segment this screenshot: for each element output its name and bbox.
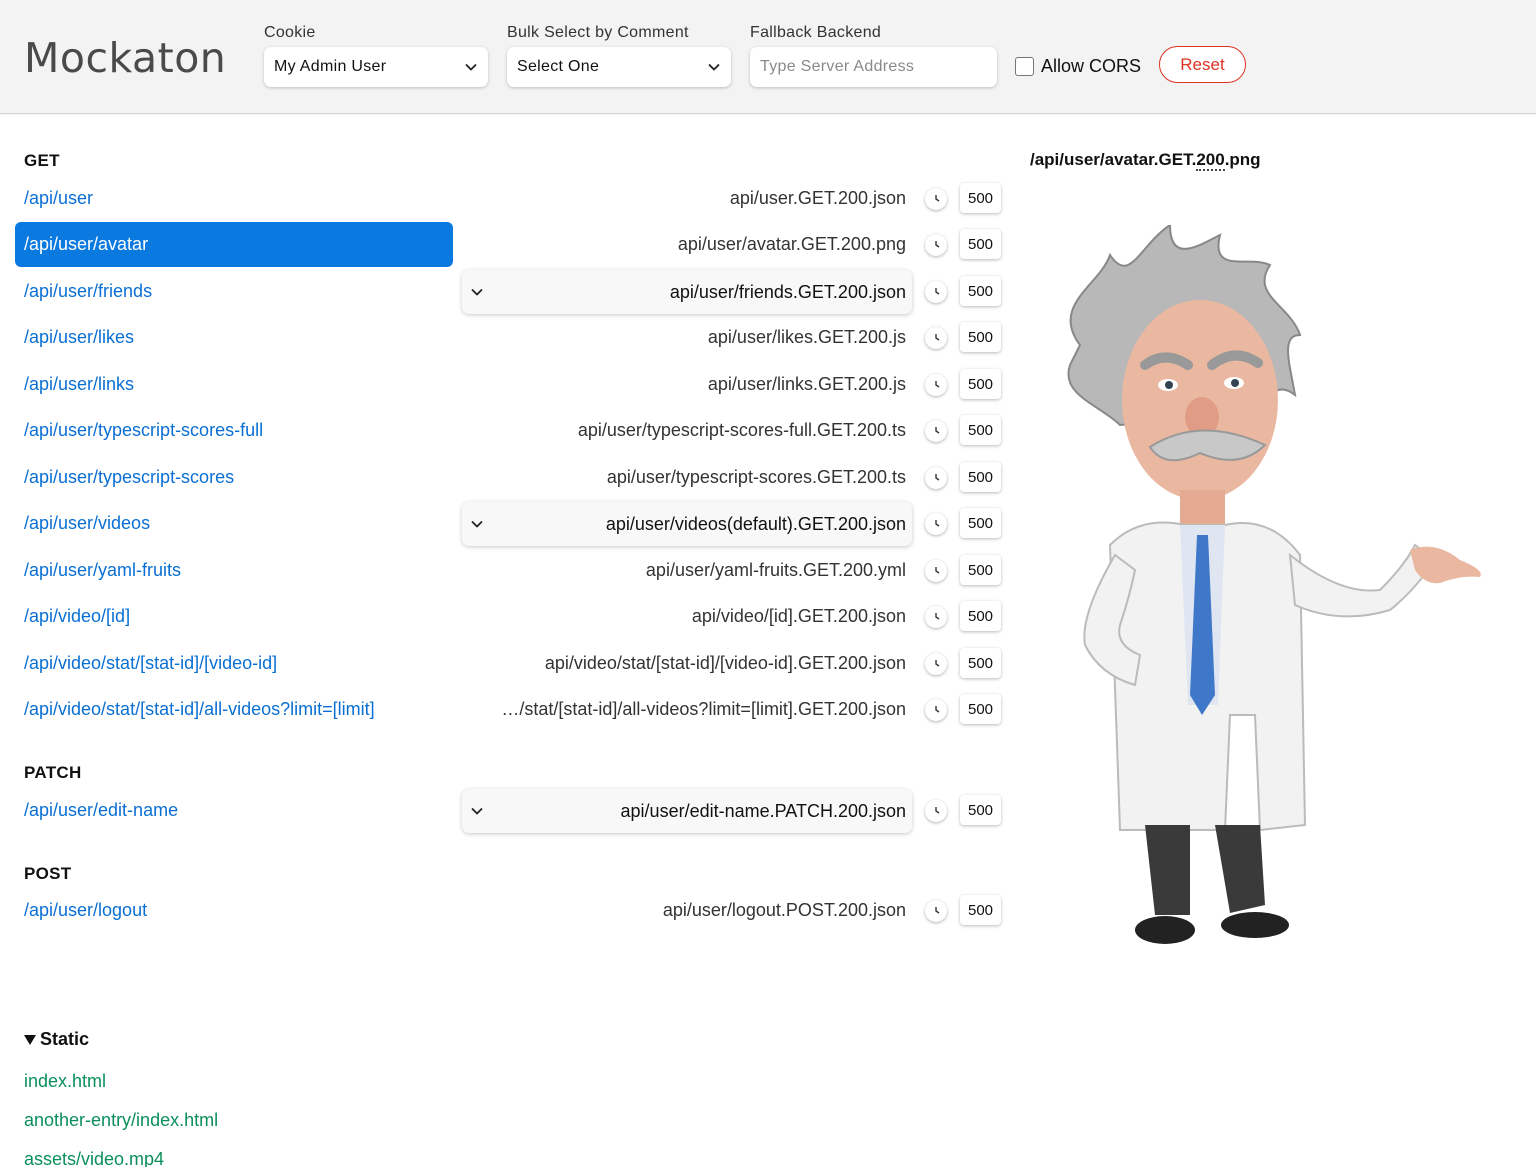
section-title-post: POST <box>24 864 72 883</box>
preview-title-status[interactable]: 200 <box>1196 150 1225 171</box>
delay-toggle-clock-icon[interactable] <box>925 188 947 210</box>
mock-file-label: api/user/avatar.GET.200.png <box>677 234 906 254</box>
route-link[interactable]: /api/video/[id] <box>15 594 453 639</box>
internal-error-500-toggle[interactable]: 500 <box>960 601 1001 631</box>
mock-file-label: api/user/typescript-scores.GET.200.ts <box>606 467 906 487</box>
mock-file-select[interactable]: api/user/friends.GET.200.json <box>462 270 912 314</box>
mock-file-label: api/user/logout.POST.200.json <box>662 900 906 920</box>
delay-toggle-clock-icon[interactable] <box>925 281 947 303</box>
chevron-down-icon <box>470 517 484 531</box>
delay-toggle-clock-icon[interactable] <box>925 900 947 922</box>
route-link[interactable]: /api/user/typescript-scores-full <box>15 408 453 453</box>
mock-file-select-value: api/user/friends.GET.200.json <box>669 281 906 302</box>
delay-toggle-clock-icon[interactable] <box>925 374 947 396</box>
route-link[interactable]: /api/user/friends <box>15 269 453 314</box>
internal-error-500-toggle[interactable]: 500 <box>960 694 1001 724</box>
top-toolbar: Mockaton Cookie My Admin User Bulk Selec… <box>0 0 1536 114</box>
route-link[interactable]: /api/user/edit-name <box>15 788 453 833</box>
cookie-select-value: My Admin User <box>274 58 387 75</box>
internal-error-500-toggle[interactable]: 500 <box>960 555 1001 585</box>
internal-error-500-toggle[interactable]: 500 <box>960 322 1001 352</box>
allow-cors-checkbox[interactable] <box>1015 57 1034 76</box>
internal-error-500-toggle[interactable]: 500 <box>960 276 1001 306</box>
bulk-select[interactable]: Select One <box>507 47 731 87</box>
reset-button[interactable]: Reset <box>1159 46 1246 83</box>
triangle-down-icon <box>24 1034 36 1045</box>
delay-toggle-clock-icon[interactable] <box>925 467 947 489</box>
mock-file-select-value: api/user/edit-name.PATCH.200.json <box>620 800 906 821</box>
route-link[interactable]: /api/video/stat/[stat-id]/all-videos?lim… <box>15 687 453 732</box>
mock-file-label: api/video/stat/[stat-id]/[video-id].GET.… <box>544 653 906 673</box>
static-section-title: Static <box>40 1029 90 1049</box>
mock-file-label: …/stat/[stat-id]/all-videos?limit=[limit… <box>501 699 906 719</box>
fallback-backend-placeholder: Type Server Address <box>760 58 915 75</box>
fallback-backend-label: Fallback Backend <box>750 24 882 41</box>
static-link-index[interactable]: index.html <box>24 1071 106 1092</box>
static-link-video[interactable]: assets/video.mp4 <box>24 1149 164 1167</box>
preview-title: /api/user/avatar.GET.200.png <box>1030 150 1261 171</box>
internal-error-500-toggle[interactable]: 500 <box>960 183 1001 213</box>
chevron-down-icon <box>470 804 484 818</box>
cookie-field: Cookie <box>264 24 316 46</box>
static-section-toggle[interactable]: Static <box>24 1029 89 1050</box>
internal-error-500-toggle[interactable]: 500 <box>960 462 1001 492</box>
internal-error-500-toggle[interactable]: 500 <box>960 895 1001 925</box>
fallback-backend-field: Fallback Backend <box>750 24 881 46</box>
route-link[interactable]: /api/user/avatar <box>15 222 453 267</box>
internal-error-500-toggle[interactable]: 500 <box>960 229 1001 259</box>
cookie-select[interactable]: My Admin User <box>264 47 488 87</box>
section-title-get: GET <box>24 151 60 170</box>
route-link[interactable]: /api/user/yaml-fruits <box>15 548 453 593</box>
internal-error-500-toggle[interactable]: 500 <box>960 648 1001 678</box>
delay-toggle-clock-icon[interactable] <box>925 327 947 349</box>
route-link[interactable]: /api/user <box>15 176 453 221</box>
fallback-backend-input[interactable]: Type Server Address <box>750 47 997 87</box>
delay-toggle-clock-icon[interactable] <box>925 420 947 442</box>
internal-error-500-toggle[interactable]: 500 <box>960 369 1001 399</box>
route-link[interactable]: /api/user/links <box>15 362 453 407</box>
mock-file-label: api/user/yaml-fruits.GET.200.yml <box>645 560 906 580</box>
bulk-select-value: Select One <box>517 58 600 75</box>
delay-toggle-clock-icon[interactable] <box>925 800 947 822</box>
delay-toggle-clock-icon[interactable] <box>925 560 947 582</box>
chevron-down-icon <box>470 285 484 299</box>
delay-toggle-clock-icon[interactable] <box>925 606 947 628</box>
section-title-patch: PATCH <box>24 763 82 782</box>
chevron-down-icon <box>465 63 477 71</box>
preview-title-suffix: .png <box>1224 150 1261 169</box>
delay-toggle-clock-icon[interactable] <box>925 513 947 535</box>
bulk-select-label: Bulk Select by Comment <box>507 24 689 41</box>
mock-file-label: api/user.GET.200.json <box>729 188 906 208</box>
route-link[interactable]: /api/user/likes <box>15 315 453 360</box>
allow-cors-label: Allow CORS <box>1041 56 1142 76</box>
mock-file-label: api/video/[id].GET.200.json <box>691 606 906 626</box>
delay-toggle-clock-icon[interactable] <box>925 653 947 675</box>
route-link[interactable]: /api/user/videos <box>15 501 453 546</box>
avatar-preview-image <box>1040 223 1490 960</box>
mock-file-label: api/user/likes.GET.200.js <box>707 327 906 347</box>
delay-toggle-clock-icon[interactable] <box>925 234 947 256</box>
mock-file-select[interactable]: api/user/videos(default).GET.200.json <box>462 502 912 546</box>
mock-file-select[interactable]: api/user/edit-name.PATCH.200.json <box>462 789 912 833</box>
preview-title-prefix: /api/user/avatar.GET. <box>1030 150 1197 169</box>
route-link[interactable]: /api/user/typescript-scores <box>15 455 453 500</box>
mock-file-label: api/user/typescript-scores-full.GET.200.… <box>577 420 906 440</box>
internal-error-500-toggle[interactable]: 500 <box>960 795 1001 825</box>
route-link[interactable]: /api/user/logout <box>15 888 453 933</box>
bulk-select-field: Bulk Select by Comment <box>507 24 689 46</box>
mock-file-select-value: api/user/videos(default).GET.200.json <box>605 513 906 534</box>
app-logo: Mockaton <box>24 34 227 82</box>
internal-error-500-toggle[interactable]: 500 <box>960 508 1001 538</box>
delay-toggle-clock-icon[interactable] <box>925 699 947 721</box>
cookie-label: Cookie <box>264 24 316 41</box>
chevron-down-icon <box>708 63 720 71</box>
allow-cors-toggle[interactable]: Allow CORS <box>1015 56 1141 77</box>
mock-file-label: api/user/links.GET.200.js <box>707 374 906 394</box>
route-link[interactable]: /api/video/stat/[stat-id]/[video-id] <box>15 641 453 686</box>
internal-error-500-toggle[interactable]: 500 <box>960 415 1001 445</box>
static-link-another-entry[interactable]: another-entry/index.html <box>24 1110 218 1131</box>
